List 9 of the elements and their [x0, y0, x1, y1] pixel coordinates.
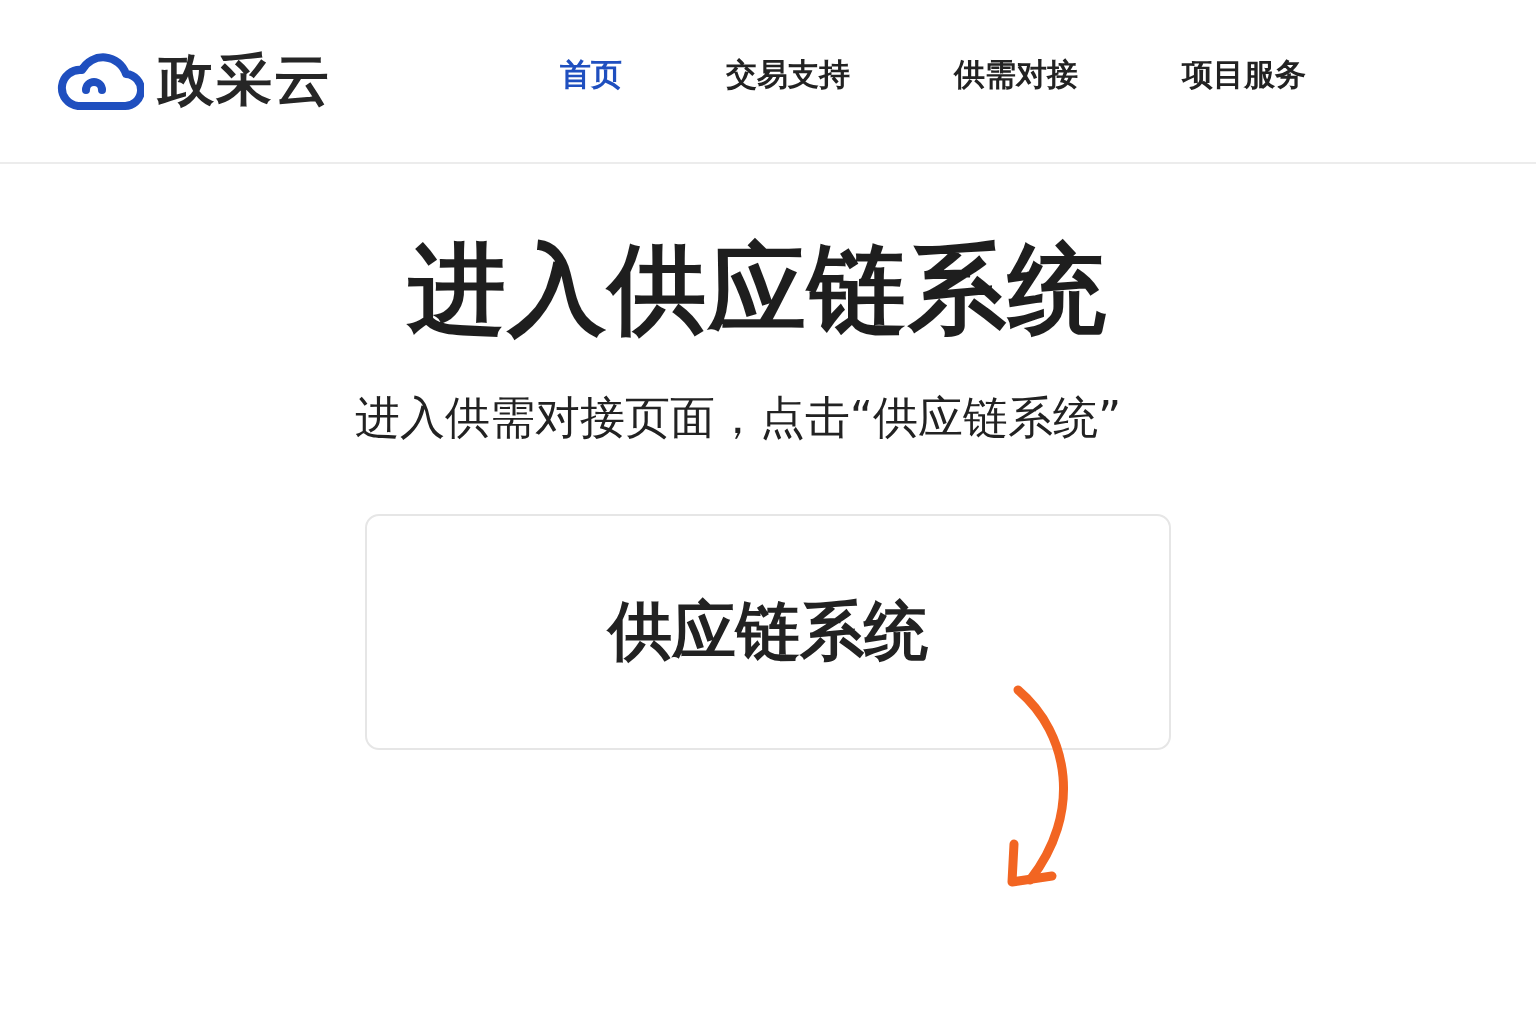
nav-link[interactable]: 交易支持 — [726, 54, 850, 96]
page-title: 进入供应链系统 — [408, 236, 1108, 344]
nav-link[interactable]: 项目服务 — [1182, 54, 1306, 96]
cloud-icon — [56, 50, 144, 112]
instruction-text: 进入供需对接页面，点击“供应链系统” — [354, 389, 1123, 446]
logo-text: 政采云 — [158, 46, 332, 114]
nav-link[interactable]: 供需对接 — [954, 54, 1078, 96]
nav-link[interactable]: 首页 — [560, 54, 622, 96]
supply-chain-card[interactable]: 供应链系统 — [365, 513, 1171, 750]
